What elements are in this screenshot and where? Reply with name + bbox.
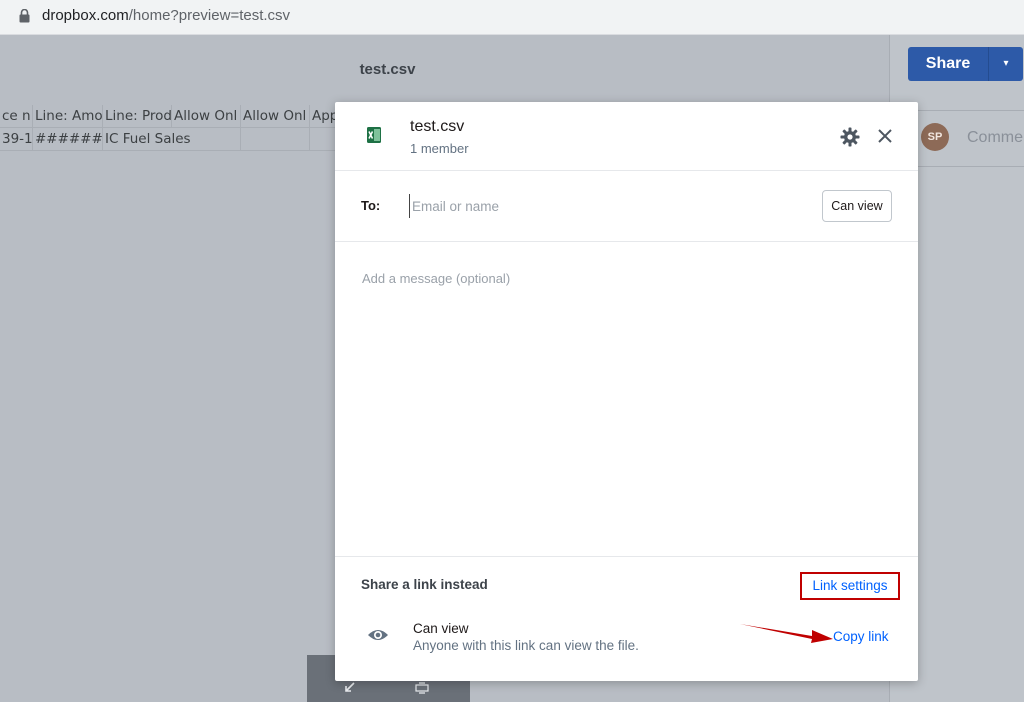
- dialog-header: test.csv 1 member: [335, 102, 918, 171]
- arrow-annotation: [740, 624, 833, 643]
- sheet-cell: IC Fuel Sales: [103, 128, 241, 150]
- sheet-cell: 39-1: [0, 128, 33, 150]
- divider: [916, 166, 1024, 167]
- permission-dropdown-button[interactable]: Can view: [822, 190, 892, 222]
- copy-link-button[interactable]: Copy link: [833, 629, 889, 644]
- preview-file-title: test.csv: [359, 61, 416, 78]
- member-count[interactable]: 1 member: [410, 141, 469, 156]
- recipient-row: To: Can view: [335, 171, 918, 242]
- comment-input[interactable]: Comme: [967, 129, 1023, 147]
- sheet-cell: Line: Amo: [33, 105, 103, 127]
- dialog-file-name: test.csv: [410, 118, 465, 135]
- sheet-cell: [310, 128, 335, 150]
- spreadsheet-preview: ce n Line: Amo Line: Prod Allow Onl Allo…: [0, 105, 335, 151]
- sheet-cell: [241, 128, 310, 150]
- browser-url-bar[interactable]: dropbox.com/home?preview=test.csv: [0, 0, 1024, 35]
- excel-file-icon: [367, 127, 381, 143]
- sheet-cell: Allow Onl: [241, 105, 310, 127]
- sheet-cell: ce n: [0, 105, 33, 127]
- gear-icon[interactable]: [840, 127, 860, 147]
- sheet-header-row: ce n Line: Amo Line: Prod Allow Onl Allo…: [0, 105, 335, 128]
- sheet-cell: Allow Onl: [172, 105, 241, 127]
- sheet-cell: ########: [33, 128, 103, 150]
- collapse-icon[interactable]: [343, 682, 355, 694]
- sheet-data-row: 39-1 ######## IC Fuel Sales: [0, 128, 335, 151]
- link-settings-highlight: Link settings: [800, 572, 900, 600]
- share-dropdown-button[interactable]: ▾: [988, 47, 1023, 81]
- link-access-title: Can view: [413, 621, 469, 636]
- close-icon[interactable]: [876, 127, 894, 145]
- email-input[interactable]: [409, 194, 814, 218]
- sheet-cell: App: [312, 108, 335, 124]
- share-button[interactable]: Share: [908, 47, 988, 81]
- fit-screen-icon[interactable]: [414, 682, 430, 694]
- url-host: dropbox.com: [42, 7, 129, 24]
- lock-icon: [19, 9, 30, 23]
- link-access-description: Anyone with this link can view the file.: [413, 638, 639, 653]
- eye-icon: [368, 630, 388, 640]
- link-settings-link[interactable]: Link settings: [802, 578, 898, 593]
- message-input[interactable]: Add a message (optional): [362, 271, 510, 286]
- url-text[interactable]: dropbox.com/home?preview=test.csv: [42, 7, 290, 24]
- share-link-section: Share a link instead Link settings Can v…: [335, 556, 918, 682]
- to-label: To:: [361, 198, 381, 213]
- share-dialog: test.csv 1 member To: Can view Add a mes…: [335, 102, 918, 681]
- avatar: SP: [921, 123, 949, 151]
- url-path: /home?preview=test.csv: [128, 7, 291, 24]
- share-link-heading: Share a link instead: [361, 577, 488, 592]
- sheet-cell: Line: Prod: [103, 105, 172, 127]
